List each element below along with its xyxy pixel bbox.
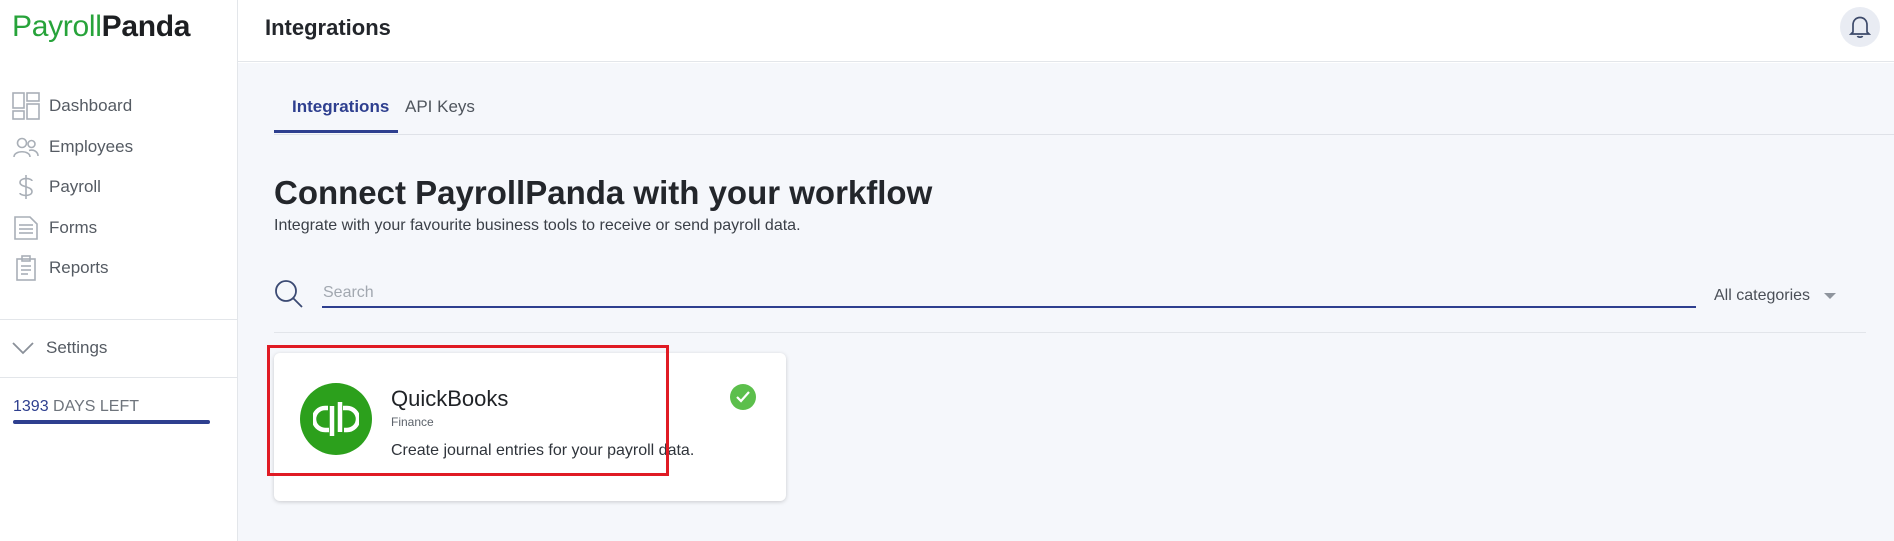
sidebar-item-forms[interactable]: Forms — [0, 208, 237, 249]
sidebar-item-label: Forms — [49, 217, 98, 237]
sidebar-item-reports[interactable]: Reports — [0, 248, 237, 289]
connected-check-icon — [730, 384, 756, 410]
sidebar-nav: Dashboard Employees Payroll Forms Report… — [0, 86, 237, 289]
logo-text-payroll: Payroll — [12, 10, 102, 43]
sidebar-item-payroll[interactable]: Payroll — [0, 167, 237, 208]
trial-days-left: 1393 DAYS LEFT — [13, 398, 139, 416]
search-input[interactable] — [322, 279, 1696, 308]
section-subheading: Integrate with your favourite business t… — [274, 217, 801, 234]
chevron-down-icon — [12, 342, 34, 355]
sidebar: PayrollPanda Dashboard Employees Payroll… — [0, 0, 238, 541]
search-icon[interactable] — [274, 279, 304, 314]
page-title: Integrations — [265, 15, 391, 40]
days-left-label: DAYS LEFT — [53, 398, 139, 415]
logo-text-panda: Panda — [101, 10, 191, 43]
days-left-progress-bar — [13, 420, 210, 424]
tab-bar: Integrations API Keys — [274, 63, 1894, 135]
dollar-icon — [12, 173, 40, 201]
employees-icon — [12, 133, 40, 161]
highlight-box — [267, 345, 669, 476]
dashboard-icon — [12, 92, 40, 121]
sidebar-item-settings[interactable]: Settings — [0, 328, 237, 368]
forms-icon — [12, 214, 40, 242]
sidebar-item-label: Payroll — [49, 177, 101, 197]
days-left-progress-fill — [13, 420, 210, 424]
search-bar: All categories — [274, 275, 1866, 333]
bell-icon — [1849, 16, 1871, 38]
notifications-button[interactable] — [1840, 7, 1880, 47]
main-content: Integrations API Keys Connect PayrollPan… — [238, 63, 1894, 541]
caret-down-icon — [1824, 293, 1837, 299]
top-bar: Integrations — [238, 0, 1894, 62]
category-select-value: All categories — [1714, 287, 1811, 304]
active-tab-indicator — [274, 130, 398, 133]
settings-label: Settings — [46, 338, 108, 357]
sidebar-item-employees[interactable]: Employees — [0, 127, 237, 168]
sidebar-item-label: Reports — [49, 258, 109, 278]
sidebar-item-label: Employees — [49, 136, 134, 156]
tab-api-keys[interactable]: API Keys — [405, 97, 475, 117]
category-select[interactable]: All categories — [1714, 287, 1837, 305]
sidebar-divider — [0, 377, 237, 378]
clipboard-icon — [12, 254, 40, 282]
days-left-count: 1393 — [13, 398, 49, 415]
sidebar-item-dashboard[interactable]: Dashboard — [0, 86, 237, 127]
app-logo[interactable]: PayrollPanda — [12, 10, 190, 44]
sidebar-item-label: Dashboard — [49, 96, 133, 116]
sidebar-divider — [0, 319, 237, 320]
tab-integrations[interactable]: Integrations — [292, 97, 389, 117]
section-heading: Connect PayrollPanda with your workflow — [274, 174, 933, 211]
